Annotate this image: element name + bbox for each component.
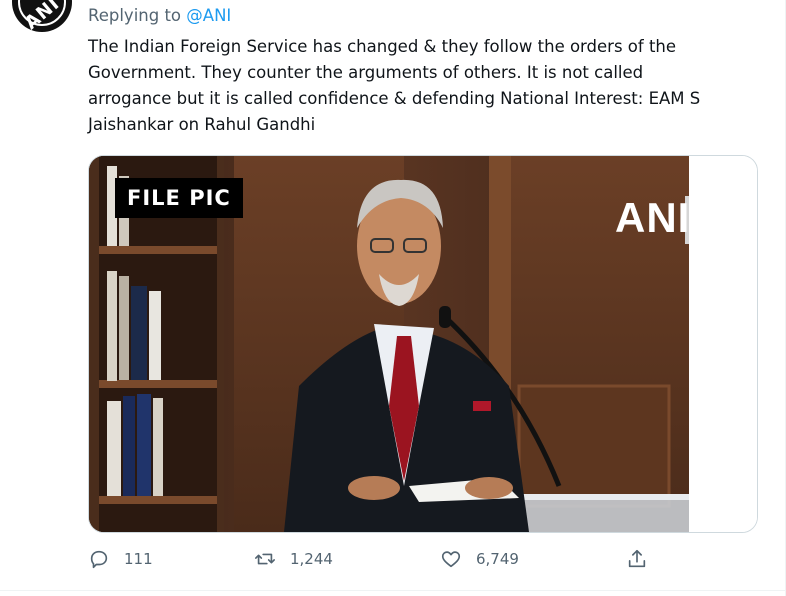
avatar[interactable]: ANI <box>12 0 72 32</box>
reply-handle-link[interactable]: @ANI <box>186 6 231 25</box>
tweet-divider <box>0 590 786 591</box>
tweet-text: The Indian Foreign Service has changed &… <box>88 34 748 138</box>
reply-count: 111 <box>124 550 153 568</box>
tweet-media[interactable]: FILE PIC ANI <box>88 155 758 533</box>
retweet-count: 1,244 <box>290 550 333 568</box>
reply-action[interactable]: 111 <box>88 548 153 570</box>
like-action[interactable]: 6,749 <box>440 548 519 570</box>
ani-watermark: ANI <box>615 194 689 241</box>
tweet-text-line: Jaishankar on Rahul Gandhi <box>88 115 316 134</box>
retweet-action[interactable]: 1,244 <box>254 548 333 570</box>
share-icon <box>628 549 646 568</box>
tweet-text-line: The Indian Foreign Service has changed &… <box>88 37 677 56</box>
like-count: 6,749 <box>476 550 519 568</box>
retweet-icon <box>255 553 275 565</box>
media-padding <box>689 156 757 532</box>
file-pic-label: FILE PIC <box>115 178 243 218</box>
media-photo[interactable]: FILE PIC ANI <box>89 156 689 532</box>
comment-icon <box>90 550 108 569</box>
tweet-text-line: Government. They counter the arguments o… <box>88 63 644 82</box>
heart-icon <box>441 551 461 568</box>
share-action[interactable] <box>626 548 648 570</box>
tweet-text-line: arrogance but it is called confidence & … <box>88 89 701 108</box>
replying-to: Replying to @ANI <box>88 6 231 25</box>
tweet-actions: 111 1,244 6,749 <box>88 548 648 576</box>
replying-to-label: Replying to <box>88 6 182 25</box>
